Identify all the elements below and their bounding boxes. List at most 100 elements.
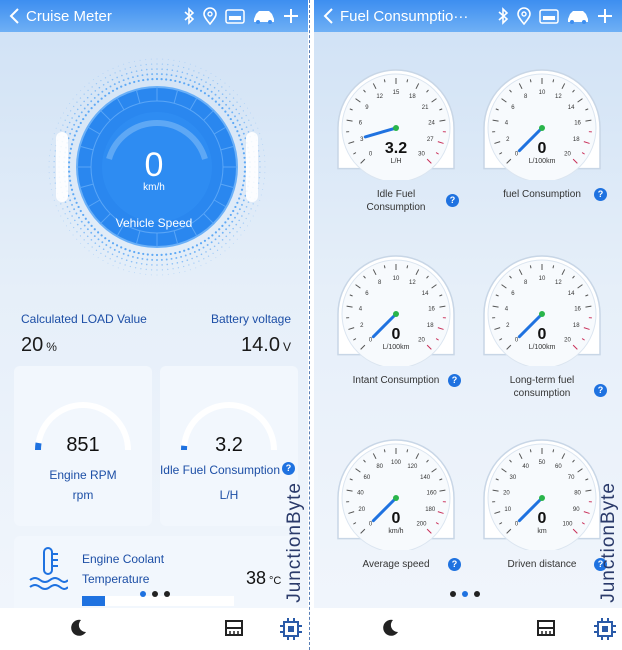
gauge-card[interactable]: 0 10 20 30 40 50 60 70 80 90 100 0 km Driven dista… (478, 432, 607, 582)
speed-dial-dot (88, 82, 90, 84)
help-icon[interactable]: ? (594, 384, 607, 397)
speed-dial-dot (234, 205, 237, 209)
speed-dial-dot (97, 231, 100, 234)
gauge-tick-label: 90 (573, 507, 580, 513)
speed-dial-dot (140, 268, 142, 270)
speed-dial-dot (145, 263, 148, 266)
dashboard-icon[interactable] (224, 618, 244, 643)
speed-dial-dot (107, 239, 111, 242)
speed-dial-dot (236, 212, 239, 215)
gauge-card[interactable]: 0 20 40 60 80 100 120 140 160 180 200 0 km/h Avera… (332, 432, 461, 582)
gauge-value: 0 (391, 326, 401, 343)
location-icon[interactable] (202, 7, 218, 25)
speed-dial-dot (156, 259, 158, 261)
speed-dial-dot (200, 265, 202, 267)
help-icon[interactable]: ? (448, 558, 461, 571)
speed-dial-dot (112, 265, 114, 267)
car-icon[interactable] (566, 7, 590, 25)
help-icon[interactable]: ? (446, 194, 459, 207)
gauge-card[interactable]: 0 2 4 6 8 10 12 14 16 18 20 0 L/100km fuel Consump… (478, 62, 607, 212)
plus-icon[interactable] (596, 7, 614, 25)
speed-dial-dot (78, 115, 80, 118)
page-dot[interactable] (152, 591, 158, 597)
speed-dial-dot (150, 58, 152, 60)
speed-dial-dot (167, 63, 169, 66)
bluetooth-icon[interactable] (496, 7, 510, 25)
speed-dial-dot (260, 138, 262, 140)
gauge-tick-label: 10 (504, 507, 511, 513)
help-icon[interactable]: ? (448, 374, 461, 387)
speed-dial-dot (76, 94, 78, 96)
speed-dial-dot (111, 242, 115, 245)
back-icon[interactable] (8, 7, 22, 25)
speed-dial-dot (67, 114, 69, 117)
page-dot[interactable] (474, 591, 480, 597)
page-dot[interactable] (140, 591, 146, 597)
speed-dial-dot (221, 107, 224, 110)
watermark: JunctionByte (598, 482, 619, 603)
speed-dial-dot (231, 111, 234, 114)
back-icon[interactable] (322, 7, 336, 25)
bluetooth-icon[interactable] (182, 7, 196, 25)
speed-dial-dot (234, 125, 237, 129)
car-icon[interactable] (252, 7, 276, 25)
dashboard-icon[interactable] (536, 618, 556, 643)
gauge-label-line1: Long-term fuel (509, 375, 575, 386)
help-icon[interactable]: ? (594, 188, 607, 201)
gauge-card[interactable]: 0 2 4 6 8 10 12 14 16 18 20 0 L/100km Intant Consu… (332, 248, 461, 398)
speed-dial-dot (97, 75, 99, 77)
page-dot[interactable] (462, 591, 468, 597)
speed-dial-dot (137, 79, 140, 83)
gauge-tick-label: 180 (425, 507, 436, 513)
speed-dial-dot (213, 245, 216, 248)
speed-dial-dot (165, 253, 168, 256)
location-icon[interactable] (516, 7, 532, 25)
speed-dial-dot (97, 93, 100, 96)
obd-icon[interactable] (538, 7, 560, 25)
plus-icon[interactable] (282, 7, 300, 25)
coolant-label-2: Temperature (82, 572, 150, 586)
speed-dial-dot (215, 75, 217, 77)
speed-dial-dot (238, 123, 241, 126)
moon-icon[interactable] (68, 618, 88, 643)
idle-fuel-card[interactable]: 3.2 Idle Fuel Consumption ? L/H (160, 366, 298, 526)
speed-dial-dot (187, 248, 190, 251)
speed-dial-dot (87, 89, 89, 92)
speed-dial-dot (232, 90, 234, 92)
help-icon[interactable]: ? (282, 462, 295, 475)
gauge-tick (552, 449, 555, 453)
speed-dial-dot (102, 260, 104, 262)
moon-icon[interactable] (380, 618, 400, 643)
speed-dial-dot (133, 80, 136, 84)
speed-dial-dot (112, 67, 114, 69)
speed-dial-dot (69, 103, 71, 105)
speed-dial-dot (196, 255, 198, 258)
speed-dial-dot (123, 63, 125, 65)
speed-dial-dot (142, 252, 145, 256)
speed-dial-dot (139, 273, 141, 275)
gauge-hub (393, 311, 399, 317)
page-dot[interactable] (450, 591, 456, 597)
page-dot[interactable] (164, 591, 170, 597)
gauge-tick-label: 18 (427, 323, 434, 329)
gauge-card[interactable]: 0 3 6 9 12 15 18 21 24 27 30 3.2 L/H Idle Fuel Cons… (332, 62, 460, 213)
coolant-card[interactable]: Engine Coolant Temperature 38 °C (14, 536, 298, 616)
speed-dial-dot (79, 235, 82, 237)
speed-dial-dot (218, 96, 221, 99)
speed-dial-dot (145, 273, 147, 275)
speed-dial-dot (245, 126, 248, 128)
speed-dial-dot (104, 237, 107, 240)
speed-dial-dot (122, 79, 125, 82)
obd-icon[interactable] (224, 7, 246, 25)
speed-dial-dot (55, 205, 57, 207)
gauge-card[interactable]: 0 2 4 6 8 10 12 14 16 18 20 0 L/100km Long-term fu… (478, 248, 607, 400)
rpm-card[interactable]: 851 Engine RPM rpm (14, 366, 152, 526)
gauge-label: Long-term fuel consumption (482, 374, 602, 400)
gauge-unit: km (537, 528, 547, 535)
speed-dial-dot (189, 269, 191, 271)
gauge-tick-label: 100 (562, 521, 573, 527)
speed-dial-dot (88, 250, 90, 252)
gauge-tick (529, 449, 532, 453)
gauge-tick-label: 16 (428, 306, 435, 312)
speed-dial-dot (107, 262, 109, 264)
